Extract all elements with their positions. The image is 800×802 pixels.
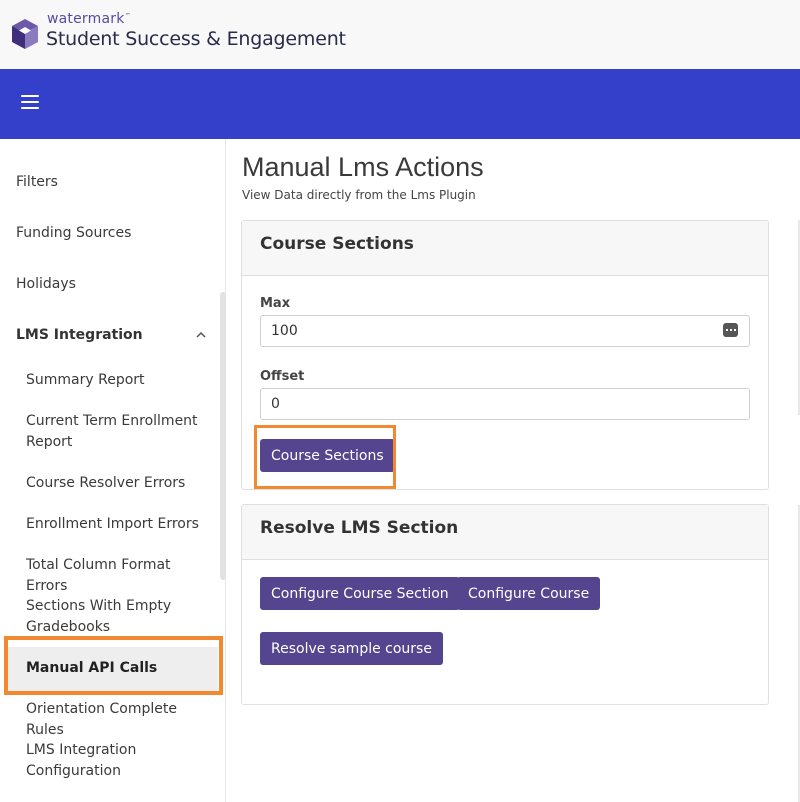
max-input[interactable] — [260, 315, 750, 347]
page-subtitle: View Data directly from the Lms Plugin — [242, 188, 476, 202]
sidebar-item-enrollment-import-errors[interactable]: Enrollment Import Errors — [26, 514, 216, 535]
sidebar-item-funding-sources[interactable]: Funding Sources — [16, 225, 131, 241]
product-name: Student Success & Engagement — [46, 28, 346, 50]
hamburger-menu-icon[interactable] — [20, 95, 40, 111]
sidebar-item-summary-report[interactable]: Summary Report — [26, 370, 216, 391]
watermark-logo-icon — [12, 19, 38, 49]
resolve-sample-course-button[interactable]: Resolve sample course — [260, 632, 443, 665]
sidebar-item-current-term-enrollment-report[interactable]: Current Term Enrollment Report — [26, 411, 206, 453]
sidebar-item-course-resolver-errors[interactable]: Course Resolver Errors — [26, 473, 216, 494]
resolve-lms-section-card-title: Resolve LMS Section — [242, 505, 768, 560]
page-title: Manual Lms Actions — [242, 152, 484, 182]
offset-input[interactable] — [260, 388, 750, 420]
sidebar-item-holidays[interactable]: Holidays — [16, 276, 76, 292]
configure-course-button[interactable]: Configure Course — [457, 577, 601, 610]
highlight-box-sidebar — [4, 636, 223, 695]
sidebar-item-lms-integration-configuration[interactable]: LMS Integration Configuration — [26, 740, 176, 782]
sidebar-item-total-column-format-errors[interactable]: Total Column Format Errors — [26, 555, 216, 597]
highlight-box-button — [254, 425, 396, 489]
offset-label: Offset — [260, 369, 305, 384]
number-stepper-icon[interactable] — [723, 323, 738, 337]
sidebar-group-lms-integration[interactable]: LMS Integration — [16, 327, 143, 343]
max-label: Max — [260, 296, 291, 311]
sidebar-item-sections-with-empty-gradebooks[interactable]: Sections With Empty Gradebooks — [26, 596, 186, 638]
sidebar-item-orientation-complete-rules[interactable]: Orientation Complete Rules — [26, 699, 216, 741]
brand-wordmark: watermark™ — [47, 11, 131, 27]
configure-course-section-button[interactable]: Configure Course Section — [260, 577, 460, 610]
top-navbar — [0, 69, 800, 139]
chevron-up-icon[interactable] — [196, 332, 206, 338]
course-sections-card-title: Course Sections — [242, 221, 768, 276]
sidebar-scrollbar[interactable] — [220, 292, 226, 580]
brand-bar: watermark™ Student Success & Engagement — [0, 0, 800, 69]
sidebar-item-filters[interactable]: Filters — [16, 174, 58, 190]
